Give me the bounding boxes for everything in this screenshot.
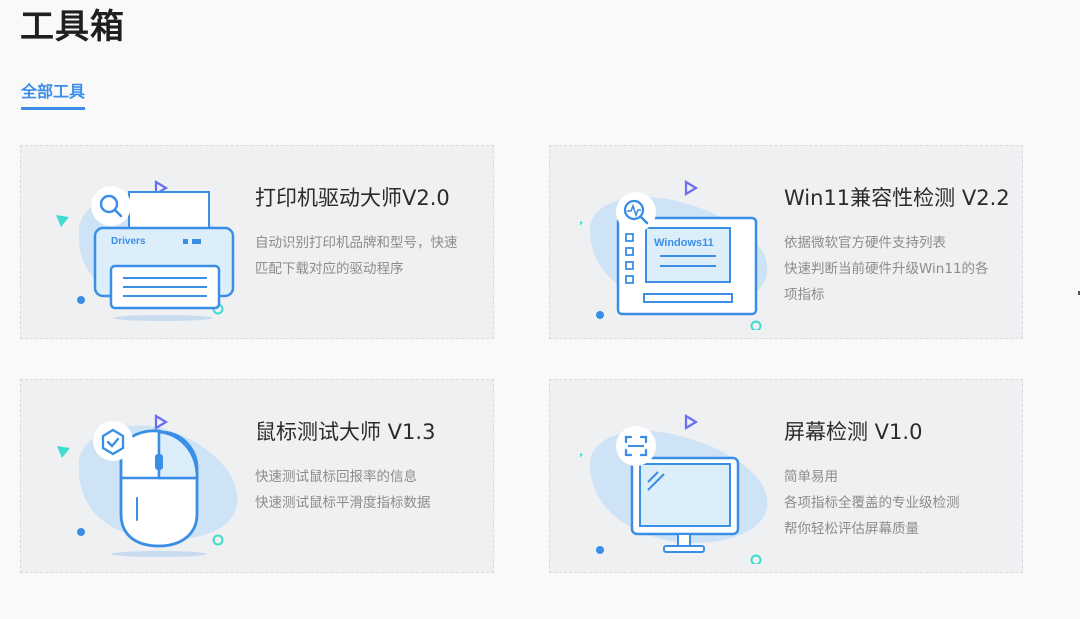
tool-card-printer-driver[interactable]: Drivers 打印机驱动大师V2.0 自动识别打印机品牌和型号，快速 匹配下载… (20, 145, 494, 339)
search-icon (91, 186, 131, 226)
tool-description: 简单易用 各项指标全覆盖的专业级检测 帮你轻松评估屏幕质量 (784, 464, 1010, 542)
tool-name: Win11兼容性检测 V2.2 (784, 186, 1010, 210)
tool-description: 自动识别打印机品牌和型号，快速 匹配下载对应的驱动程序 (255, 230, 481, 282)
windows-window-illustration: Windows11 (580, 180, 768, 330)
tool-description-line: 简单易用 (784, 469, 838, 485)
tool-card-win11-compat[interactable]: Windows11 Win11兼容性检测 V2.2 依据微软官方硬件支持列表 快… (549, 145, 1023, 339)
tool-description-line: 项指标 (784, 287, 825, 303)
tool-description-line: 依据微软官方硬件支持列表 (784, 235, 946, 251)
windows11-label: Windows11 (654, 237, 714, 249)
tab-all-tools[interactable]: 全部工具 (21, 78, 86, 110)
mouse-illustration (57, 414, 238, 557)
scan-frame-icon (616, 426, 656, 466)
tool-description: 依据微软官方硬件支持列表 快速判断当前硬件升级Win11的各 项指标 (784, 230, 1010, 308)
heartbeat-search-icon (616, 192, 656, 232)
monitor-illustration (580, 414, 768, 564)
printer-drivers-label: Drivers (111, 236, 146, 247)
tool-description-line: 快速判断当前硬件升级Win11的各 (784, 261, 989, 277)
tool-description-line: 快速测试鼠标平滑度指标数据 (255, 495, 431, 511)
tool-card-mouse-test[interactable]: 鼠标测试大师 V1.3 快速测试鼠标回报率的信息 快速测试鼠标平滑度指标数据 (20, 379, 494, 573)
tool-description-line: 各项指标全覆盖的专业级检测 (784, 495, 960, 511)
tool-description: 快速测试鼠标回报率的信息 快速测试鼠标平滑度指标数据 (255, 464, 481, 516)
shield-check-icon (93, 421, 133, 461)
tool-description-line: 匹配下载对应的驱动程序 (255, 261, 404, 277)
tool-description-line: 自动识别打印机品牌和型号，快速 (255, 235, 458, 251)
tool-name: 鼠标测试大师 V1.3 (255, 420, 436, 444)
page-title: 工具箱 (20, 7, 125, 47)
tool-name: 打印机驱动大师V2.0 (255, 186, 450, 210)
tool-description-line: 快速测试鼠标回报率的信息 (255, 469, 417, 485)
printer-illustration: Drivers (56, 180, 235, 321)
tool-card-screen-test[interactable]: 屏幕检测 V1.0 简单易用 各项指标全覆盖的专业级检测 帮你轻松评估屏幕质量 (549, 379, 1023, 573)
tool-name: 屏幕检测 V1.0 (784, 420, 923, 444)
tool-description-line: 帮你轻松评估屏幕质量 (784, 521, 919, 537)
